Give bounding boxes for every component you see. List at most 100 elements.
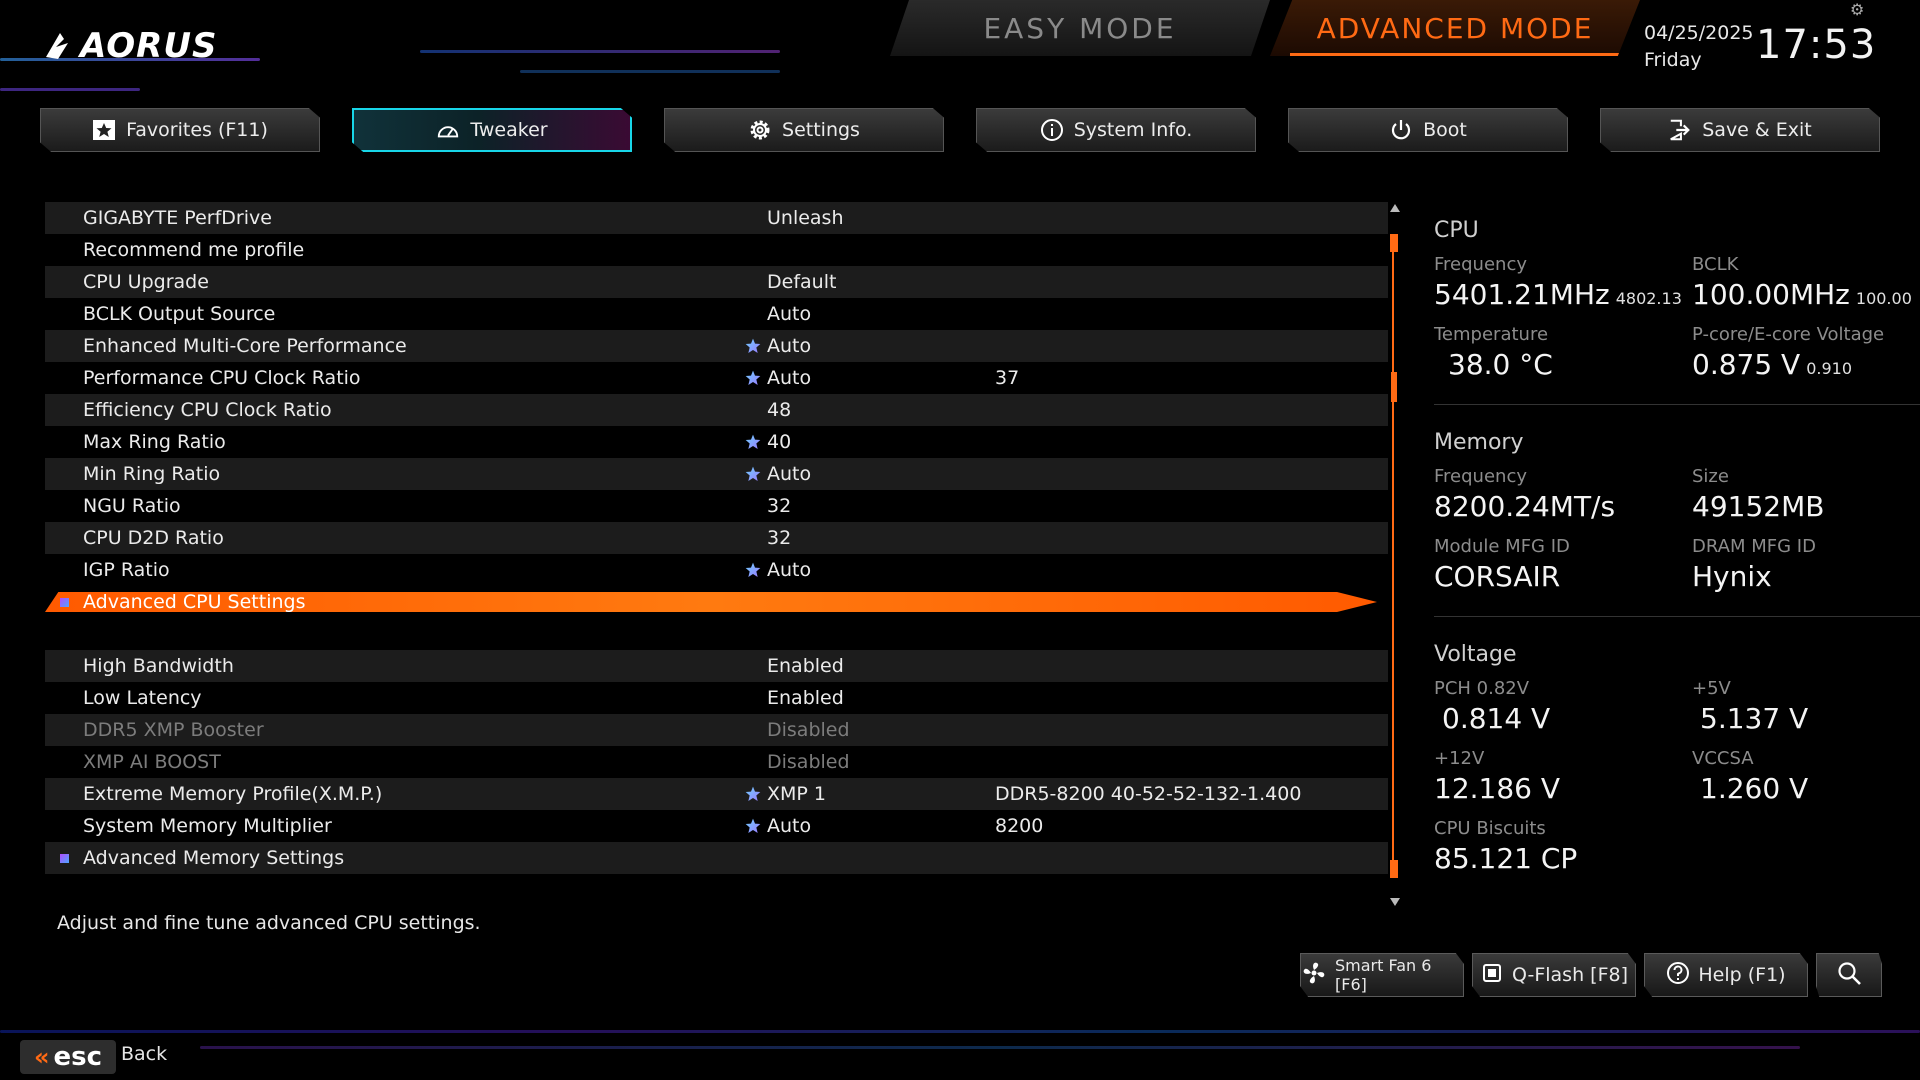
help-icon (1666, 961, 1690, 990)
setting-row[interactable]: IGP Ratio Auto (45, 554, 1388, 586)
header: AORUS EASY MODE ADVANCED MODE 04/25/2025… (0, 0, 1920, 100)
chip-icon (1480, 961, 1504, 990)
scrollbar-thumb[interactable] (1391, 372, 1397, 402)
smart-fan-button[interactable]: Smart Fan 6 [F6] (1300, 953, 1464, 997)
setting-name: Min Ring Ratio (83, 463, 221, 485)
setting-row[interactable]: Max Ring Ratio 40 (45, 426, 1388, 458)
setting-row[interactable]: CPU D2D Ratio 32 (45, 522, 1388, 554)
q-flash-label: Q-Flash [F8] (1511, 964, 1628, 986)
setting-row[interactable]: BCLK Output Source Auto (45, 298, 1388, 330)
setting-value[interactable]: Unleash (767, 202, 844, 234)
setting-row[interactable]: GIGABYTE PerfDrive Unleash (45, 202, 1388, 234)
setting-current-value: 37 (995, 367, 1020, 389)
submenu-item[interactable]: Advanced CPU Settings (45, 586, 1388, 618)
favorite-star-icon[interactable] (743, 362, 763, 394)
setting-name: XMP AI BOOST (83, 751, 221, 773)
setting-row[interactable]: System Memory Multiplier Auto 8200 (45, 810, 1388, 842)
scrollbar-line (1392, 234, 1394, 874)
setting-value[interactable]: Auto (767, 298, 811, 330)
setting-name: Extreme Memory Profile(X.M.P.) (83, 783, 383, 805)
q-flash-button[interactable]: Q-Flash [F8] (1472, 953, 1636, 997)
voltage-section-title: Voltage (1434, 642, 1517, 667)
scroll-up-arrow-icon[interactable] (1390, 204, 1400, 212)
setting-name: Efficiency CPU Clock Ratio (83, 399, 332, 421)
tab-boot[interactable]: Boot (1288, 108, 1568, 152)
favorite-star-icon[interactable] (743, 554, 763, 586)
logo-text: AORUS (80, 26, 218, 66)
advanced-mode-button[interactable]: ADVANCED MODE (1270, 0, 1640, 56)
favorite-star-icon[interactable] (743, 426, 763, 458)
setting-row[interactable]: Enhanced Multi-Core Performance Auto (45, 330, 1388, 362)
tab-tweaker[interactable]: Tweaker (352, 108, 632, 152)
submenu-item[interactable]: Advanced Memory Settings (45, 842, 1388, 874)
setting-value[interactable]: Auto (767, 330, 811, 362)
tab-settings[interactable]: Settings (664, 108, 944, 152)
setting-value[interactable]: 32 (767, 522, 791, 554)
setting-row[interactable]: XMP AI BOOST Disabled (45, 746, 1388, 778)
setting-value[interactable]: Auto (767, 810, 811, 842)
setting-row[interactable]: Low Latency Enabled (45, 682, 1388, 714)
info-icon (1040, 118, 1064, 142)
setting-row[interactable]: Min Ring Ratio Auto (45, 458, 1388, 490)
setting-value[interactable]: Enabled (767, 682, 844, 714)
double-chevron-left-icon: « (33, 1043, 50, 1071)
decor-streak (200, 1046, 1800, 1049)
settings-list: GIGABYTE PerfDrive Unleash Recommend me pr… (45, 202, 1388, 906)
setting-row[interactable]: Efficiency CPU Clock Ratio 48 (45, 394, 1388, 426)
12v-label: +12V (1434, 748, 1485, 769)
setting-value[interactable]: 40 (767, 426, 791, 458)
setting-value[interactable]: Auto (767, 458, 811, 490)
setting-value[interactable]: Disabled (767, 746, 850, 778)
aorus-logo: AORUS (44, 24, 224, 68)
tab-label: Save & Exit (1702, 119, 1812, 141)
setting-name: Max Ring Ratio (83, 431, 226, 453)
esc-key-button[interactable]: « esc (20, 1040, 116, 1074)
setting-value[interactable]: 48 (767, 394, 791, 426)
help-label: Help (F1) (1698, 964, 1786, 986)
favorite-star-icon[interactable] (743, 458, 763, 490)
setting-row[interactable]: Recommend me profile (45, 234, 1388, 266)
tab-label: Favorites (F11) (126, 119, 268, 141)
scroll-down-arrow-icon[interactable] (1390, 898, 1400, 906)
aorus-eagle-icon (46, 33, 68, 59)
setting-row[interactable]: CPU Upgrade Default (45, 266, 1388, 298)
clock-time: 17:53 (1756, 22, 1877, 68)
setting-value[interactable]: Disabled (767, 714, 850, 746)
favorite-star-icon[interactable] (743, 330, 763, 362)
divider (1434, 616, 1920, 617)
gear-icon[interactable]: ⚙ (1850, 0, 1864, 19)
date-text: 04/25/2025 (1644, 22, 1754, 44)
tab-save-exit[interactable]: Save & Exit (1600, 108, 1880, 152)
tab-system-info[interactable]: System Info. (976, 108, 1256, 152)
setting-value[interactable]: Auto (767, 554, 811, 586)
setting-row[interactable]: Performance CPU Clock Ratio Auto 37 (45, 362, 1388, 394)
vccsa-value: 1.260 V (1700, 772, 1809, 805)
bclk-value: 100.00MHz 100.00 (1692, 278, 1912, 311)
search-icon (1836, 960, 1862, 991)
setting-row[interactable]: High Bandwidth Enabled (45, 650, 1388, 682)
5v-value: 5.137 V (1700, 702, 1809, 735)
easy-mode-button[interactable]: EASY MODE (890, 0, 1270, 56)
setting-row[interactable]: NGU Ratio 32 (45, 490, 1388, 522)
cpu-temperature-label: Temperature (1434, 324, 1549, 345)
setting-row[interactable]: DDR5 XMP Booster Disabled (45, 714, 1388, 746)
cpu-section-title: CPU (1434, 218, 1479, 243)
setting-name: Recommend me profile (83, 239, 305, 261)
setting-value[interactable]: 32 (767, 490, 791, 522)
search-button[interactable] (1816, 953, 1882, 997)
cpu-biscuits-value: 85.121 CP (1434, 842, 1578, 875)
setting-value[interactable]: Default (767, 266, 836, 298)
gear-icon (748, 118, 772, 142)
back-label: Back (121, 1043, 168, 1065)
favorite-star-icon[interactable] (743, 810, 763, 842)
submenu-square-icon (60, 854, 69, 863)
setting-value[interactable]: Auto (767, 362, 811, 394)
setting-value[interactable]: Enabled (767, 650, 844, 682)
tab-favorites[interactable]: Favorites (F11) (40, 108, 320, 152)
smart-fan-label: Smart Fan 6 [F6] (1335, 956, 1432, 994)
help-button[interactable]: Help (F1) (1644, 953, 1808, 997)
setting-value[interactable]: XMP 1 (767, 778, 826, 810)
setting-row[interactable]: Extreme Memory Profile(X.M.P.) XMP 1 DDR5-… (45, 778, 1388, 810)
favorite-star-icon[interactable] (743, 778, 763, 810)
setting-name: CPU D2D Ratio (83, 527, 224, 549)
